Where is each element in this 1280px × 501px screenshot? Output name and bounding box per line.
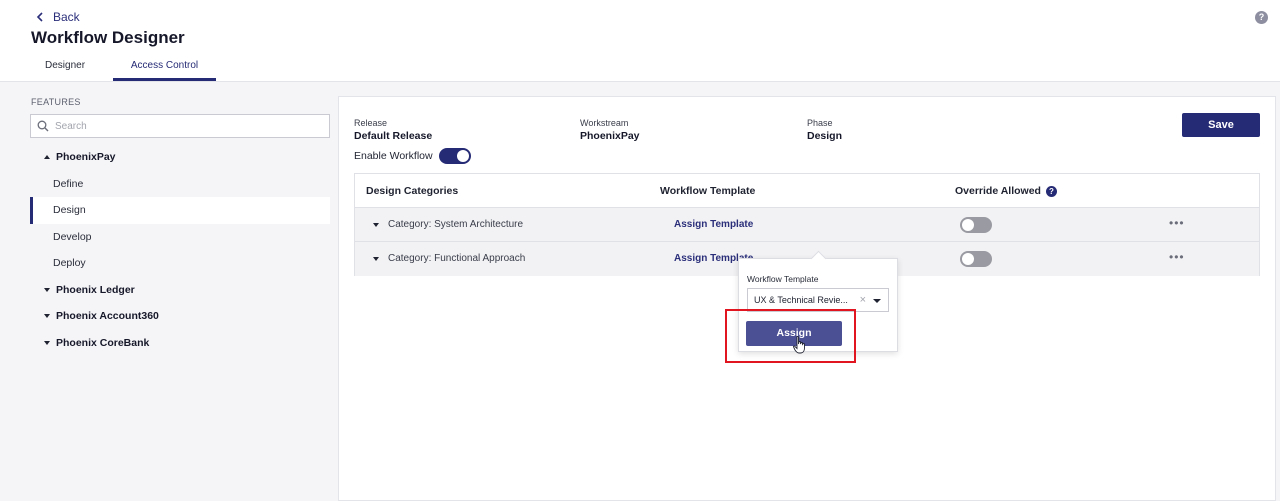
column-header-override: Override Allowed? (955, 185, 1057, 197)
page-title: Workflow Designer (31, 28, 185, 47)
tree-group-label: Phoenix Account360 (56, 310, 159, 323)
column-header-categories: Design Categories (366, 185, 459, 197)
hand-cursor-icon (793, 336, 805, 354)
more-options-icon[interactable]: ••• (1169, 216, 1185, 230)
highlight-box (725, 309, 856, 363)
tree-item-define[interactable]: Define (30, 171, 330, 198)
override-toggle[interactable] (960, 217, 992, 233)
feature-tree: PhoenixPay Define Design Develop Deploy … (30, 144, 330, 356)
toggle-knob (962, 253, 974, 265)
table-row: Category: System Architecture Assign Tem… (355, 208, 1259, 242)
tree-item-deploy[interactable]: Deploy (30, 250, 330, 277)
column-header-override-label: Override Allowed (955, 185, 1041, 197)
category-label: Category: System Architecture (388, 219, 524, 230)
caret-down-icon (44, 340, 50, 345)
toggle-knob (962, 219, 974, 231)
phase-info: Phase Design (807, 118, 842, 142)
help-icon[interactable]: ? (1045, 185, 1057, 197)
category-cell[interactable]: Category: Functional Approach (373, 253, 525, 264)
tree-group-phoenix-corebank[interactable]: Phoenix CoreBank (30, 330, 330, 357)
search-box (30, 114, 330, 138)
more-options-icon[interactable]: ••• (1169, 250, 1185, 264)
back-label: Back (53, 10, 80, 24)
phase-value: Design (807, 130, 843, 142)
selected-template-value: UX & Technical Revie... (754, 295, 848, 305)
save-button[interactable]: Save (1182, 113, 1260, 137)
toggle-knob (456, 150, 469, 162)
features-sidebar: FEATURES PhoenixPay Define Design Develo… (0, 82, 338, 501)
tab-access-control[interactable]: Access Control (113, 54, 216, 81)
search-icon (37, 120, 49, 132)
caret-down-icon (44, 287, 50, 292)
app-header: Back Workflow Designer Designer Access C… (0, 0, 1280, 82)
workflow-panel: Release Default Release Workstream Phoen… (338, 96, 1276, 501)
tree-group-label: Phoenix CoreBank (56, 336, 150, 349)
caret-down-icon (44, 314, 50, 319)
release-value: Default Release (354, 130, 433, 142)
workstream-label: Workstream (580, 118, 629, 128)
clear-icon[interactable]: × (860, 294, 866, 306)
caret-down-icon (373, 256, 379, 261)
assign-template-link[interactable]: Assign Template (674, 219, 753, 230)
release-label: Release (354, 118, 388, 128)
tree-item-develop[interactable]: Develop (30, 224, 330, 251)
workflow-template-label: Workflow Template (747, 274, 819, 284)
column-header-template: Workflow Template (660, 185, 756, 197)
help-icon[interactable]: ? (1255, 11, 1268, 24)
workstream-value: PhoenixPay (580, 130, 640, 142)
chevron-left-icon (36, 12, 43, 22)
category-cell[interactable]: Category: System Architecture (373, 219, 523, 230)
enable-workflow-row: Enable Workflow (354, 148, 471, 164)
tab-bar: Designer Access Control (30, 54, 216, 81)
workstream-info: Workstream PhoenixPay (580, 118, 640, 142)
phase-label: Phase (807, 118, 833, 128)
chevron-down-icon (873, 299, 881, 303)
enable-workflow-toggle[interactable] (438, 148, 471, 164)
main-area: Release Default Release Workstream Phoen… (338, 82, 1280, 501)
caret-down-icon (373, 222, 379, 227)
category-label: Category: Functional Approach (388, 253, 526, 264)
override-toggle[interactable] (960, 251, 992, 267)
tree-item-design[interactable]: Design (30, 197, 330, 224)
caret-up-icon (44, 155, 50, 160)
enable-workflow-label: Enable Workflow (354, 150, 433, 162)
tab-designer[interactable]: Designer (30, 54, 113, 81)
table-header: Design Categories Workflow Template Over… (355, 174, 1259, 208)
tree-group-label: PhoenixPay (56, 151, 116, 164)
features-section-label: FEATURES (31, 97, 81, 107)
tree-group-phoenix-account360[interactable]: Phoenix Account360 (30, 303, 330, 330)
back-link[interactable]: Back (35, 10, 80, 24)
release-info: Release Default Release (354, 118, 432, 142)
tree-group-label: Phoenix Ledger (56, 283, 135, 296)
search-input[interactable] (55, 120, 315, 132)
tree-group-phoenix-ledger[interactable]: Phoenix Ledger (30, 277, 330, 304)
tree-group-phoenixpay[interactable]: PhoenixPay (30, 144, 330, 171)
